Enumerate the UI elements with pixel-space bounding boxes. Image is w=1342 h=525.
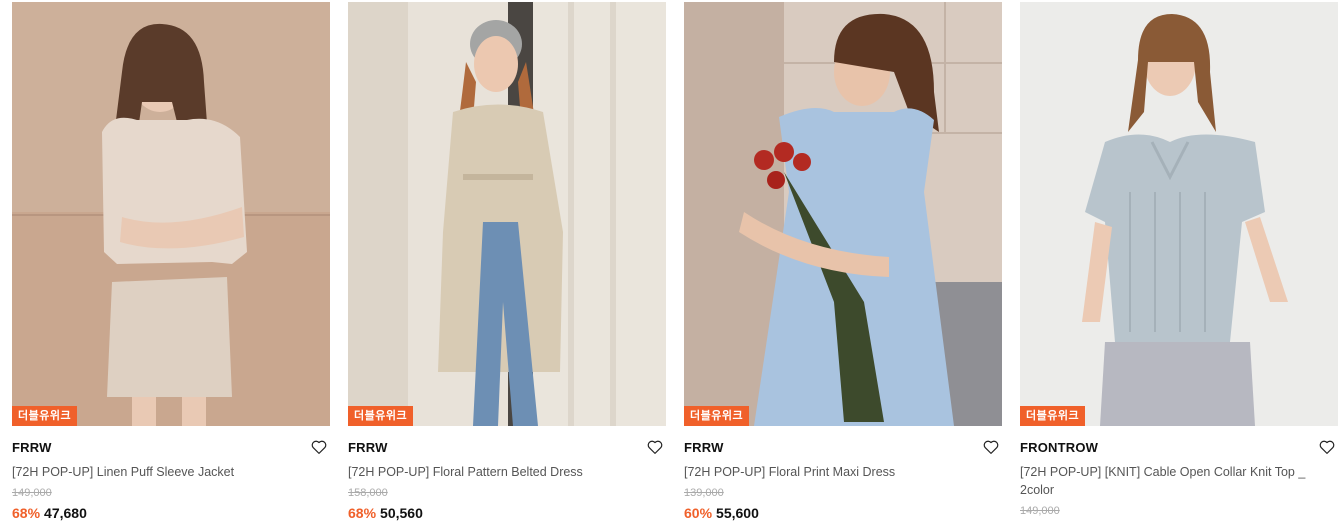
original-price: 158,000 <box>348 487 388 499</box>
sale-price: 47,680 <box>44 505 87 521</box>
product-grid: 더블유위크 FRRW [72H POP-UP] Linen Puff Sleev… <box>0 0 1342 525</box>
sale-price: 50,560 <box>380 505 423 521</box>
sale-price: 55,600 <box>716 505 759 521</box>
product-info: FRRW [72H POP-UP] Floral Pattern Belted … <box>348 426 666 522</box>
product-card[interactable]: 더블유위크 FRONTROW [72H POP-UP] [KNIT] Cable… <box>1020 2 1338 525</box>
event-badge: 더블유위크 <box>12 406 78 426</box>
heart-icon[interactable] <box>646 438 664 456</box>
brand-name[interactable]: FRRW <box>12 440 330 456</box>
brand-name[interactable]: FRRW <box>348 440 666 456</box>
brand-name[interactable]: FRRW <box>684 440 1002 456</box>
price-row: 68% 47,680 <box>12 504 330 522</box>
heart-icon[interactable] <box>1318 438 1336 456</box>
product-name[interactable]: [72H POP-UP] Linen Puff Sleeve Jacket <box>12 463 302 481</box>
product-card[interactable]: 더블유위크 FRRW [72H POP-UP] Linen Puff Sleev… <box>12 2 330 522</box>
product-card[interactable]: 더블유위크 FRRW [72H POP-UP] Floral Pattern B… <box>348 2 666 522</box>
brand-name[interactable]: FRONTROW <box>1020 440 1338 456</box>
discount-rate: 68% <box>348 505 377 521</box>
photo-model-maxi-dress <box>684 2 1002 426</box>
product-image[interactable]: 더블유위크 <box>12 2 330 426</box>
price-row: 68% 50,560 <box>348 504 666 522</box>
product-info: FRRW [72H POP-UP] Linen Puff Sleeve Jack… <box>12 426 330 522</box>
product-image[interactable]: 더블유위크 <box>348 2 666 426</box>
product-card[interactable]: 더블유위크 FRRW [72H POP-UP] Floral Print Max… <box>684 2 1002 522</box>
product-image[interactable]: 더블유위크 <box>684 2 1002 426</box>
product-image[interactable]: 더블유위크 <box>1020 2 1338 426</box>
discount-rate: 68% <box>12 505 41 521</box>
heart-icon[interactable] <box>310 438 328 456</box>
event-badge: 더블유위크 <box>684 406 750 426</box>
event-badge: 더블유위크 <box>348 406 414 426</box>
original-price: 149,000 <box>1020 505 1060 517</box>
photo-model-linen-jacket <box>12 2 330 426</box>
product-info: FRRW [72H POP-UP] Floral Print Maxi Dres… <box>684 426 1002 522</box>
price-row: 60% 55,600 <box>684 504 1002 522</box>
discount-rate: 60% <box>684 505 713 521</box>
product-name[interactable]: [72H POP-UP] [KNIT] Cable Open Collar Kn… <box>1020 463 1310 499</box>
product-name[interactable]: [72H POP-UP] Floral Print Maxi Dress <box>684 463 974 481</box>
photo-model-knit-top <box>1020 2 1338 426</box>
original-price: 139,000 <box>684 487 724 499</box>
product-name[interactable]: [72H POP-UP] Floral Pattern Belted Dress <box>348 463 638 481</box>
event-badge: 더블유위크 <box>1020 406 1086 426</box>
heart-icon[interactable] <box>982 438 1000 456</box>
product-info: FRONTROW [72H POP-UP] [KNIT] Cable Open … <box>1020 426 1338 525</box>
photo-model-belted-dress <box>348 2 666 426</box>
original-price: 149,000 <box>12 487 52 499</box>
